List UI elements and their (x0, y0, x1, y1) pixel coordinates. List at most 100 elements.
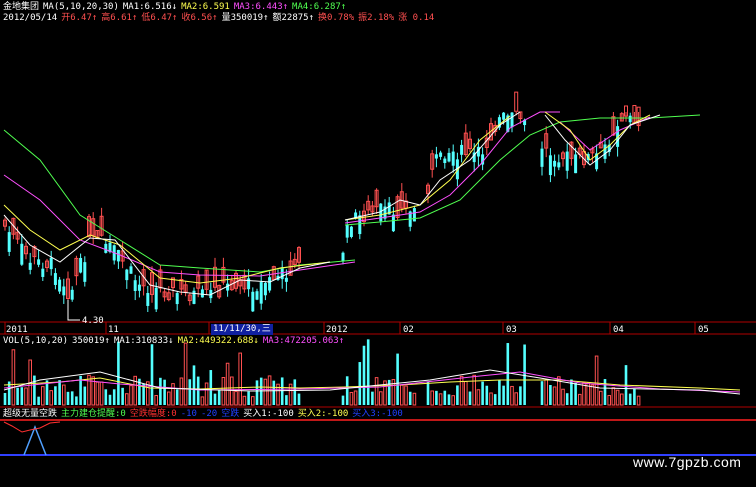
candle-down (79, 257, 83, 273)
indicator-spike (23, 424, 47, 456)
volume-bar-up (430, 390, 434, 406)
volume-bar-down (468, 391, 472, 405)
candle-down (565, 151, 569, 171)
volume-bar-up (599, 390, 603, 406)
candle-up (514, 91, 519, 112)
volume-bar-up (251, 396, 255, 406)
volume-bar-up (125, 393, 129, 406)
volume-bar-down (117, 341, 120, 405)
volume-bar-down (435, 390, 438, 405)
candle-down (510, 112, 514, 128)
indicator-item-1: 主力建仓提醒:0 (61, 409, 126, 419)
volume-bar-up (404, 385, 408, 406)
volume-bar-down (58, 380, 61, 405)
volume-bar-up (464, 380, 468, 406)
volume-bar-up (510, 385, 514, 406)
volume-bar-up (230, 376, 234, 406)
volume-bar-down (285, 395, 288, 405)
ma-line (544, 114, 661, 166)
ma1-value: MA1:6.516↓ (122, 2, 178, 12)
time-label-02: 02 (403, 325, 414, 335)
volume-bar-down (447, 394, 451, 405)
volume-bar-down (493, 394, 497, 405)
volume-bar-down (121, 387, 124, 405)
candle-down (137, 284, 141, 291)
candle-down (200, 289, 204, 298)
high-value: 高6.61↑ (101, 13, 138, 23)
volume-bar-down (75, 396, 78, 405)
ohlc-row: 2012/05/14 开6.47↑ 高6.61↑ 低6.47↑ 收6.56↑ 量35001… (3, 13, 438, 24)
volume-bar-down (371, 391, 374, 405)
volume-bar-down (54, 386, 57, 405)
indicator-item-8: 买入3:-100 (352, 409, 403, 419)
volume-bar-up (400, 384, 404, 406)
volume-bar-up (615, 389, 620, 406)
candle-down (284, 277, 288, 282)
volume-bar-up (412, 392, 417, 406)
candle-down (58, 279, 62, 292)
indicator-red-line (3, 421, 61, 433)
volume-bar-down (565, 393, 569, 405)
ma-label: MA(5,10,20,30) (43, 2, 119, 12)
candle-down (263, 282, 267, 296)
volume-bar-down (456, 385, 459, 405)
volume-bar-up (24, 387, 28, 406)
volume-bar-up (544, 379, 549, 406)
vol-ma3: MA3:472205.063↑ (262, 336, 345, 346)
ma2-value: MA2:6.591 (181, 2, 230, 12)
candle-down (447, 152, 451, 162)
volume-bar-down (209, 370, 213, 405)
candle-down (146, 292, 150, 306)
volume-bar-down (104, 389, 108, 405)
volume-bar-up (590, 384, 595, 406)
candle-down (341, 252, 345, 262)
volume-bar-up (171, 383, 175, 406)
volume-bar-up (476, 389, 481, 406)
volume-bar-down (358, 362, 362, 405)
volume-bar-up (154, 395, 158, 406)
volume-bar-up (62, 384, 66, 406)
time-cursor-label: 11/11/30,三 (211, 324, 273, 335)
indicator-item-2: 空跌幅度:0 (129, 409, 177, 419)
volume-bar-down (396, 353, 399, 405)
volume-bar-up (200, 396, 205, 406)
stock-name: 金地集团 (3, 2, 40, 12)
volume-bar-down (37, 396, 40, 405)
volume-bar-down (366, 339, 370, 405)
volume-bar-down (549, 384, 552, 405)
volume-bar-down (506, 343, 510, 405)
volume-bar-down (192, 365, 196, 405)
volume-bar-down (408, 391, 412, 405)
open-value: 开6.47↑ (61, 13, 98, 23)
volume-bar-up (582, 382, 586, 406)
volume-bar-up (129, 385, 133, 406)
ma4-value: MA4:6.287↑ (292, 2, 347, 12)
volume-bar-up (552, 386, 557, 406)
candle-down (345, 224, 349, 238)
volume-bar-down (345, 376, 349, 405)
volume-bar-up (489, 392, 493, 406)
volume-bar-down (247, 391, 250, 405)
volume-bar-up (238, 352, 242, 406)
candle-down (37, 259, 41, 265)
candle-down (439, 152, 443, 157)
volume-bar-up (472, 374, 476, 406)
indicator-item-7: 买入2:-100 (297, 409, 349, 419)
vol-label: VOL(5,10,20) (3, 336, 69, 346)
volume-bar-down (443, 390, 447, 405)
candle-down (451, 151, 455, 166)
change-value: 涨 0.14 (398, 13, 435, 23)
volume-bar-down (293, 379, 297, 405)
volume-bar-up (514, 392, 519, 406)
candle-down (412, 208, 416, 222)
low-value: 低6.47↑ (141, 13, 178, 23)
volume-bar-down (297, 393, 301, 405)
volume-bar-up (95, 381, 100, 406)
candle-down (116, 249, 120, 262)
time-label-11: 11 (108, 325, 119, 335)
candle-down (255, 291, 259, 300)
volume-header-row: VOL(5,10,20) 350019↑ MA1:310833↓ MA2:449322… (3, 336, 348, 347)
indicator-header-row: 超级无量空跌 主力建仓提醒:0 空跌幅度:0 -10 -20 空跌 买入1:-100 买入2:… (3, 409, 407, 420)
volume-bar-up (183, 342, 188, 406)
price-header-row: 金地集团 MA(5,10,20,30) MA1:6.516↓ MA2:6.591 MA3… (3, 2, 350, 13)
